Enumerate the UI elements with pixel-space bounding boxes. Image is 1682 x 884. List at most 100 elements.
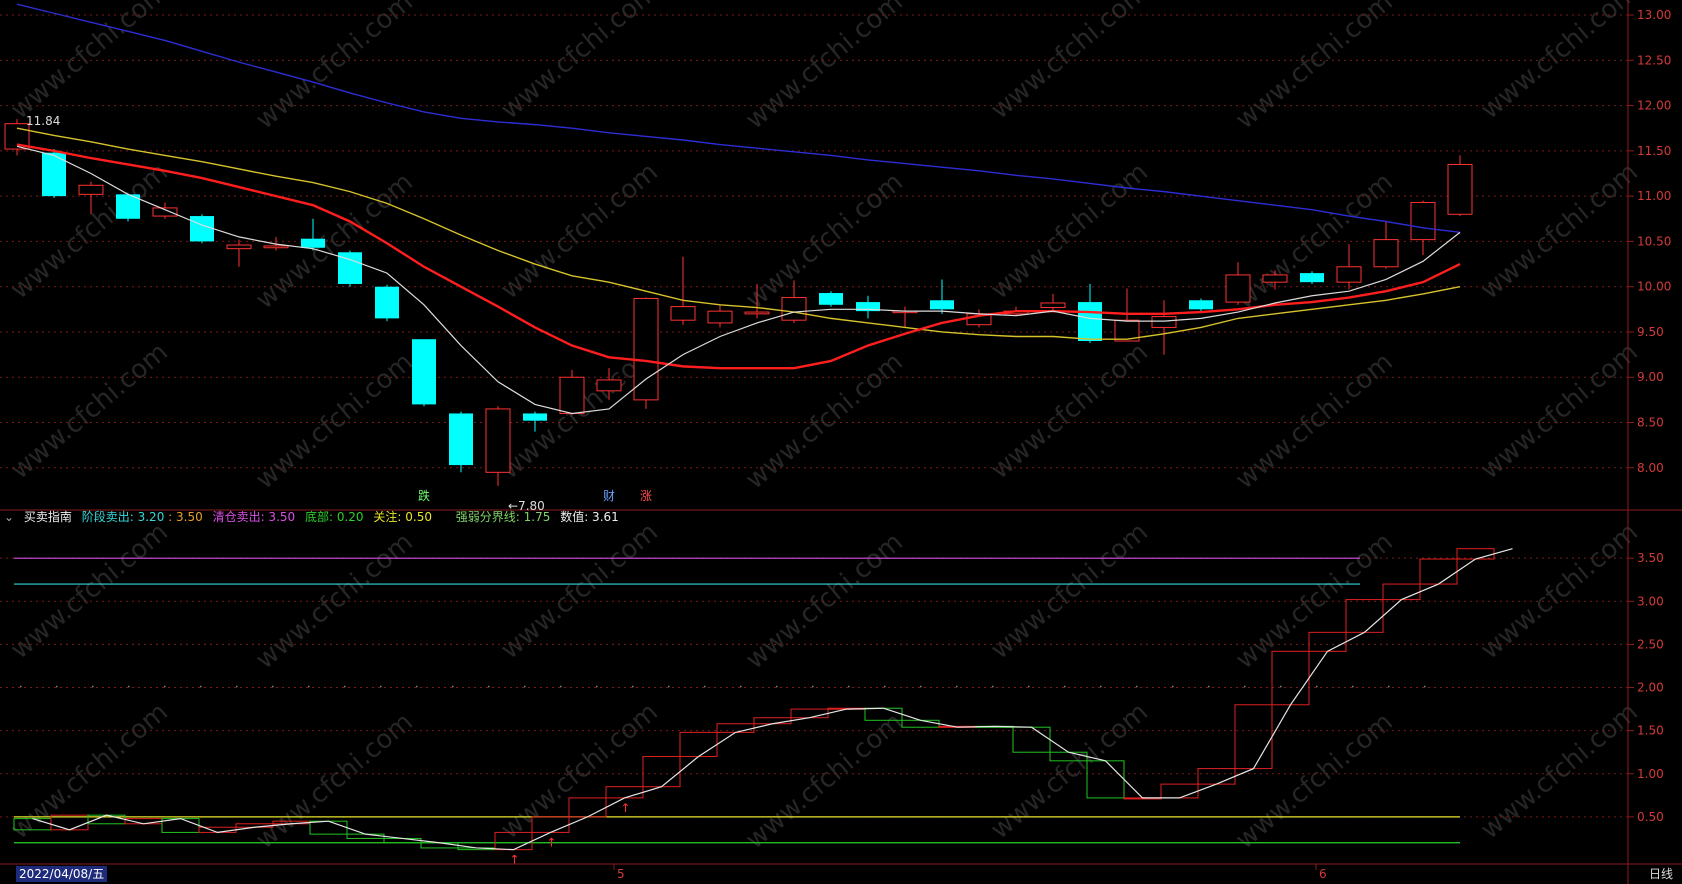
- x-tick-label: 6: [1319, 867, 1327, 881]
- candle-down: [819, 293, 843, 305]
- candle-up: [1410, 201, 1436, 241]
- grid-dot: [632, 685, 634, 688]
- y-tick-label: 10.50: [1637, 234, 1671, 248]
- bottom-value: 底部: 0.20: [304, 510, 364, 524]
- grid-dot: [1424, 685, 1426, 688]
- step-box: [1197, 768, 1236, 785]
- candle-up: [1040, 302, 1066, 309]
- watermark-text: www.cfchi.com: [985, 337, 1154, 485]
- event-marker: 涨: [640, 488, 652, 503]
- watermark-text: www.cfchi.com: [1230, 347, 1399, 495]
- grid-dot: [704, 685, 706, 688]
- grid-dot: [128, 685, 130, 688]
- watermark-text: www.cfchi.com: [985, 697, 1154, 845]
- step-box: [1345, 599, 1384, 633]
- cursor-date: 2022/04/08/五: [16, 866, 108, 882]
- watermark-text: www.cfchi.com: [1475, 337, 1644, 485]
- candle-down: [301, 238, 325, 248]
- grid-dot: [1244, 685, 1246, 688]
- annotations: 11.84←7.80跌财涨: [26, 114, 652, 513]
- indicator-header: ⌄ 买卖指南 阶段卖出: 3.20 : 3.50 清仓卖出: 3.50 底部: …: [4, 508, 625, 526]
- candle-up: [1225, 274, 1251, 303]
- grid-dot: [1352, 685, 1354, 688]
- y-tick-label: 2.50: [1637, 637, 1664, 651]
- step-box: [901, 719, 940, 728]
- grid-dot: [1316, 685, 1318, 688]
- candle-up: [226, 244, 252, 250]
- y-tick-label: 11.50: [1637, 144, 1671, 158]
- grid-dot: [308, 685, 310, 688]
- grid-dot: [956, 685, 958, 688]
- grid-dot: [56, 685, 58, 688]
- candle-up: [1447, 163, 1473, 215]
- y-tick-label: 2.00: [1637, 681, 1664, 695]
- candle-up: [559, 376, 585, 414]
- event-marker: 跌: [418, 488, 430, 503]
- grid-dot: [920, 685, 922, 688]
- grid-dot: [200, 685, 202, 688]
- grid-dot: [1136, 685, 1138, 688]
- y-tick-label: 12.50: [1637, 53, 1671, 67]
- step-box: [605, 786, 644, 799]
- step-box: [1456, 548, 1495, 560]
- grid-dot: [524, 685, 526, 688]
- grid-dot: [1064, 685, 1066, 688]
- stage-sell-value: 阶段卖出: 3.20 : 3.50: [81, 510, 203, 524]
- step-box: [1382, 583, 1421, 601]
- candle-down: [412, 339, 436, 405]
- watermark-text: www.cfchi.com: [1475, 517, 1644, 665]
- stock-chart[interactable]: www.cfchi.com www.cfchi.com www.cfchi.com w…: [0, 0, 1682, 884]
- candle-up: [78, 184, 104, 195]
- period-label[interactable]: 日线: [1646, 866, 1676, 882]
- buy-arrow: ↑: [510, 853, 520, 867]
- step-box: [790, 708, 829, 719]
- y-axis-ticks: 13.00 12.50 12.00 11.50 11.00 10.50 10.00 9.50 9…: [1628, 8, 1671, 824]
- grid-dot: [488, 685, 490, 688]
- candle-up: [633, 297, 659, 401]
- candle-up: [744, 311, 770, 315]
- watermark-text: www.cfchi.com: [5, 157, 174, 305]
- candle-up: [1262, 274, 1288, 283]
- step-box: [1160, 783, 1199, 799]
- watermark-layer: www.cfchi.com www.cfchi.com www.cfchi.com w…: [5, 0, 1644, 855]
- watermark-text: www.cfchi.com: [1475, 157, 1644, 305]
- y-tick-label: 8.00: [1637, 461, 1664, 475]
- grid-dot: [272, 685, 274, 688]
- grid-dot: [164, 685, 166, 688]
- watermark-text: www.cfchi.com: [5, 517, 174, 665]
- step-box: [309, 820, 348, 835]
- watermark-text: www.cfchi.com: [5, 337, 174, 485]
- watermark-text: www.cfchi.com: [740, 0, 909, 135]
- x-axis: 56: [613, 864, 1327, 881]
- grid-dot: [380, 685, 382, 688]
- y-tick-label: 1.00: [1637, 767, 1664, 781]
- candle-down: [190, 216, 214, 242]
- indicator-value: 数值: 3.61: [560, 510, 619, 524]
- y-tick-label: 13.00: [1637, 8, 1671, 22]
- candle-up: [707, 310, 733, 324]
- step-box: [716, 723, 755, 733]
- grid-dot: [596, 685, 598, 688]
- watermark-text: www.cfchi.com: [250, 347, 419, 495]
- grid-dot: [92, 685, 94, 688]
- y-tick-label: 9.50: [1637, 325, 1664, 339]
- event-marker: 财: [603, 489, 615, 503]
- clear-sell-value: 清仓卖出: 3.50: [212, 510, 296, 524]
- watermark-text: www.cfchi.com: [985, 157, 1154, 305]
- candle-down: [930, 300, 954, 310]
- collapse-icon[interactable]: ⌄: [4, 510, 14, 524]
- candle-up: [781, 297, 807, 321]
- step-box: [420, 842, 459, 849]
- grid-dot: [884, 685, 886, 688]
- candle-up: [596, 379, 622, 392]
- watermark-text: www.cfchi.com: [495, 0, 664, 125]
- candle-up: [485, 408, 511, 473]
- watermark-text: www.cfchi.com: [1230, 707, 1399, 855]
- watermark-text: www.cfchi.com: [495, 697, 664, 845]
- buy-arrow: ↑: [621, 801, 631, 815]
- grid-dot: [1100, 685, 1102, 688]
- candle-down: [375, 286, 399, 319]
- moving-average-lines: [16, 3, 1461, 415]
- grid-dot: [1280, 685, 1282, 688]
- y-tick-label: 11.00: [1637, 189, 1671, 203]
